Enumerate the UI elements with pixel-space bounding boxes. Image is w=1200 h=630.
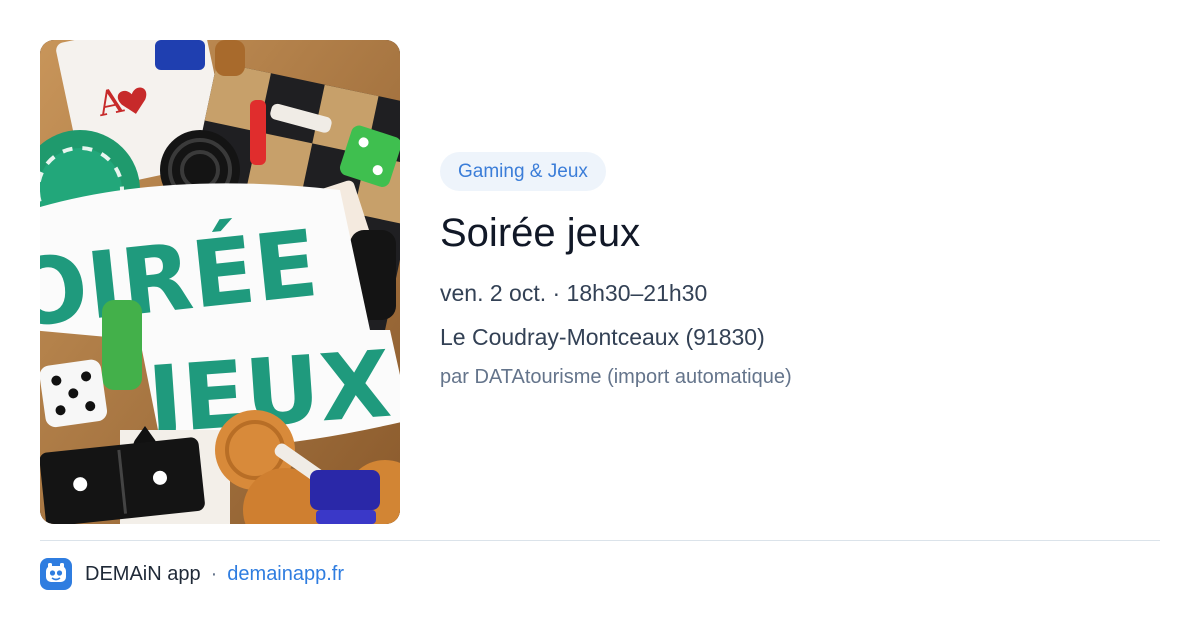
demain-app-logo-icon[interactable] (40, 558, 72, 590)
app-domain-link[interactable]: demainapp.fr (227, 563, 344, 586)
event-image[interactable]: A OIRÉE JEUX (40, 40, 400, 524)
event-location: Le Coudray-Montceaux (91830) (440, 324, 765, 350)
category-badge[interactable]: Gaming & Jeux (440, 152, 606, 191)
app-name: DEMAiN app (85, 562, 201, 585)
event-preview-card: A OIRÉE JEUX Gaming & Jeux Soirée jeux v… (0, 0, 1200, 630)
footer-divider (40, 540, 1160, 541)
event-datetime: ven. 2 oct. · 18h30–21h30 (440, 280, 708, 306)
event-title[interactable]: Soirée jeux (440, 209, 1140, 257)
board-games-illustration: A OIRÉE JEUX (40, 40, 400, 524)
footer: DEMAiN app · demainapp.fr (40, 557, 344, 591)
footer-separator: · (210, 562, 218, 585)
event-source: par DATAtourisme (import automatique) (440, 366, 792, 388)
event-info: Gaming & Jeux Soirée jeux ven. 2 oct. · … (440, 152, 1140, 390)
